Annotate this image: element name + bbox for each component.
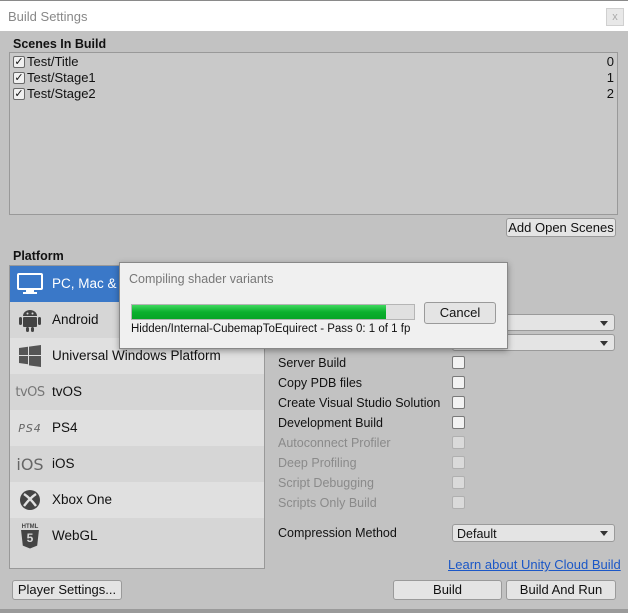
build-button[interactable]: Build [393, 580, 502, 600]
scene-row[interactable]: ✓ Test/Stage1 1 [10, 70, 617, 86]
tvos-icon-text: tvOS [15, 384, 45, 400]
compiling-progress-dialog: Compiling shader variants Cancel Hidden/… [119, 262, 508, 349]
server-build-label: Server Build [278, 356, 347, 370]
player-settings-button[interactable]: Player Settings... [12, 580, 122, 600]
compression-method-label: Compression Method [278, 526, 397, 540]
ps4-icon: PS4 [14, 415, 46, 441]
cancel-button[interactable]: Cancel [424, 302, 496, 324]
platform-label-tvos: tvOS [52, 384, 83, 399]
scenes-in-build-label: Scenes In Build [13, 37, 107, 51]
xbox-icon [16, 487, 44, 513]
cloud-build-link[interactable]: Learn about Unity Cloud Build [448, 557, 621, 572]
deep-profiling-label: Deep Profiling [278, 456, 357, 470]
window-title: Build Settings [8, 9, 88, 24]
ps4-icon-text: PS4 [18, 421, 42, 435]
platform-item-ps4[interactable]: PS4 PS4 [10, 410, 264, 446]
scene-row[interactable]: ✓ Test/Title 0 [10, 54, 617, 70]
progress-fill [132, 305, 386, 319]
scripts-only-build-checkbox [452, 496, 465, 509]
script-debugging-checkbox [452, 476, 465, 489]
scene-name: Test/Stage1 [27, 70, 96, 85]
scene-name: Test/Title [27, 54, 79, 69]
chevron-down-icon [600, 321, 608, 326]
scene-index: 0 [606, 54, 614, 69]
tvos-icon: tvOS [14, 379, 46, 405]
platform-label-ios: iOS [52, 456, 75, 471]
autoconnect-profiler-label: Autoconnect Profiler [278, 436, 391, 450]
progress-title: Compiling shader variants [129, 272, 274, 286]
scenes-list: ✓ Test/Title 0 ✓ Test/Stage1 1 ✓ Test/St… [9, 52, 618, 215]
chevron-down-icon [600, 531, 608, 536]
development-build-checkbox[interactable] [452, 416, 465, 429]
compression-method-dropdown[interactable]: Default [452, 524, 615, 542]
html5-shield: 5 [21, 529, 39, 549]
copy-pdb-label: Copy PDB files [278, 376, 363, 390]
html5-icon: HTML 5 [16, 523, 44, 549]
window-bottom-border [0, 609, 628, 613]
compression-method-value: Default [457, 527, 497, 541]
platform-item-xbox[interactable]: Xbox One [10, 482, 264, 518]
scene-row[interactable]: ✓ Test/Stage2 2 [10, 86, 617, 102]
scene-index: 2 [606, 86, 614, 101]
scene-index: 1 [606, 70, 614, 85]
platform-item-webgl[interactable]: HTML 5 WebGL [10, 518, 264, 554]
server-build-checkbox[interactable] [452, 356, 465, 369]
add-open-scenes-button[interactable]: Add Open Scenes [506, 218, 616, 237]
scene-checkbox[interactable]: ✓ [13, 88, 25, 100]
title-bar: Build Settings x [0, 0, 628, 31]
platform-label-pc: PC, Mac & [52, 276, 117, 291]
html5-icon-text: HTML [21, 523, 39, 530]
progress-info: Hidden/Internal-CubemapToEquirect - Pass… [131, 323, 411, 335]
monitor-icon [16, 271, 44, 297]
deep-profiling-checkbox [452, 456, 465, 469]
platform-item-tvos[interactable]: tvOS tvOS [10, 374, 264, 410]
chevron-down-icon [600, 341, 608, 346]
create-vs-solution-checkbox[interactable] [452, 396, 465, 409]
android-icon [16, 307, 44, 333]
script-debugging-label: Script Debugging [278, 476, 374, 490]
scripts-only-build-label: Scripts Only Build [278, 496, 377, 510]
ios-icon-text: iOS [16, 454, 44, 474]
scene-name: Test/Stage2 [27, 86, 96, 101]
platform-label-android: Android [52, 312, 99, 327]
scene-checkbox[interactable]: ✓ [13, 72, 25, 84]
platform-label-webgl: WebGL [52, 528, 98, 543]
scene-checkbox[interactable]: ✓ [13, 56, 25, 68]
copy-pdb-checkbox[interactable] [452, 376, 465, 389]
development-build-label: Development Build [278, 416, 383, 430]
create-vs-solution-label: Create Visual Studio Solution [278, 396, 441, 410]
platform-label: Platform [13, 249, 64, 263]
ios-icon: iOS [14, 451, 46, 477]
platform-label-uwp: Universal Windows Platform [52, 348, 221, 363]
build-and-run-button[interactable]: Build And Run [506, 580, 616, 600]
platform-label-ps4: PS4 [52, 420, 78, 435]
platform-item-ios[interactable]: iOS iOS [10, 446, 264, 482]
close-icon[interactable]: x [606, 8, 624, 26]
platform-label-xbox: Xbox One [52, 492, 113, 507]
autoconnect-profiler-checkbox [452, 436, 465, 449]
windows-icon [16, 343, 44, 369]
progress-bar [131, 304, 415, 320]
